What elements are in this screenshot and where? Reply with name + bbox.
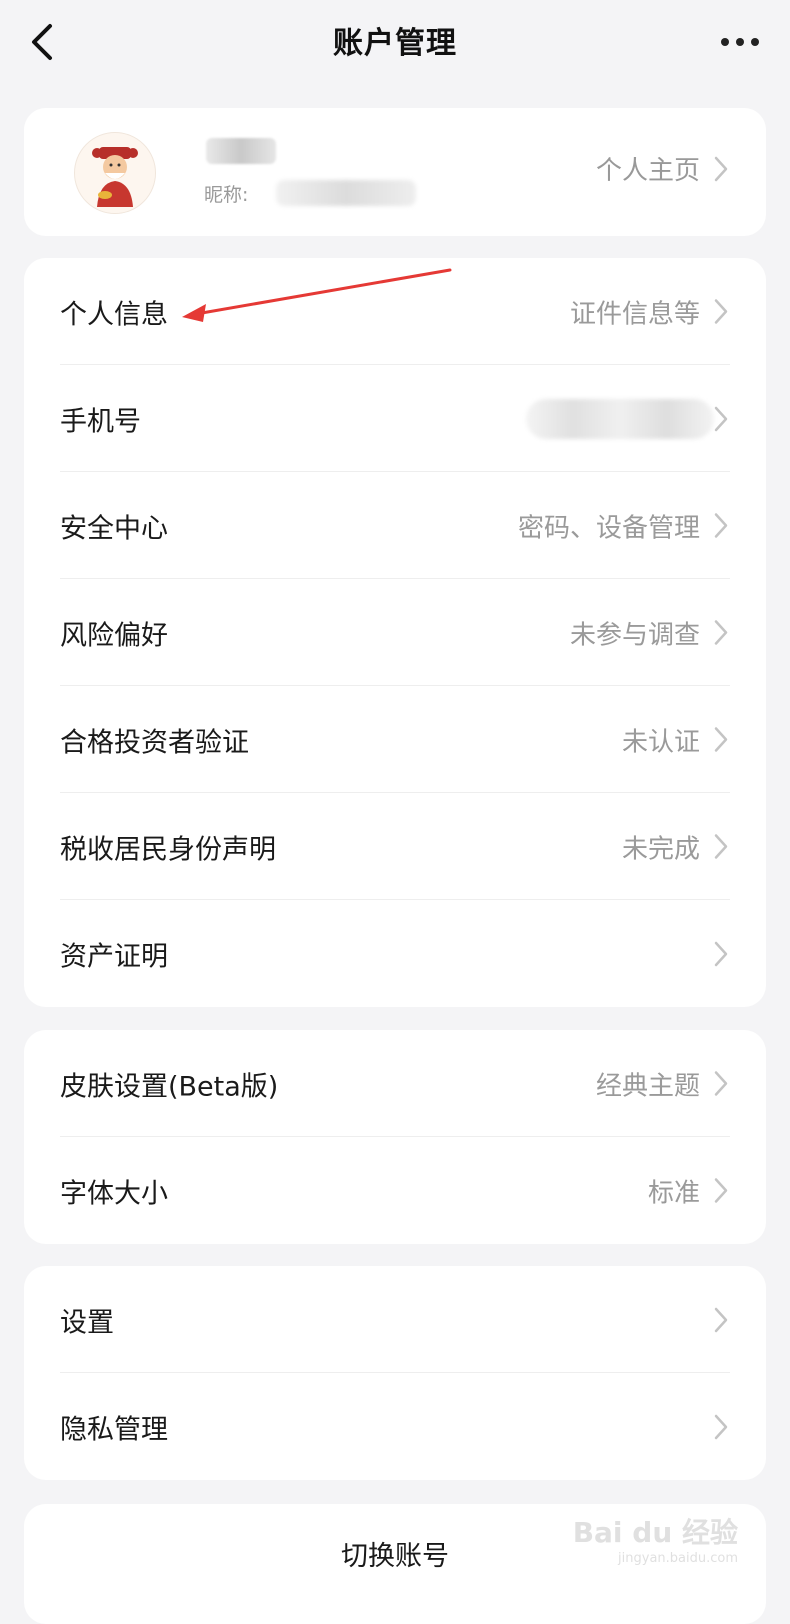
row-label: 隐私管理 [60,1414,168,1445]
username-redacted [206,138,276,164]
row-font-size[interactable]: 字体大小 标准 [24,1137,766,1244]
row-label: 字体大小 [60,1178,168,1209]
more-button[interactable] [716,24,764,60]
system-section: 设置 隐私管理 [24,1266,766,1480]
phone-number-redacted [526,398,714,439]
row-right: 证件信息等 [570,293,728,330]
chevron-right-icon [714,727,728,752]
display-section: 皮肤设置(Beta版) 经典主题 字体大小 标准 [24,1030,766,1244]
watermark-sub: jingyan.baidu.com [618,1551,738,1566]
row-value: 未完成 [621,834,700,864]
chevron-right-icon [714,941,728,966]
row-skin-settings[interactable]: 皮肤设置(Beta版) 经典主题 [24,1030,766,1137]
row-privacy-management[interactable]: 隐私管理 [24,1373,766,1480]
row-tax-residency[interactable]: 税收居民身份声明 未完成 [24,793,766,900]
profile-card[interactable]: 昵称: 个人主页 [24,108,766,236]
avatar [74,132,156,214]
chevron-right-icon [714,1307,728,1332]
chevron-right-icon [714,513,728,538]
row-value: 证件信息等 [569,299,700,329]
row-asset-certificate[interactable]: 资产证明 [24,900,766,1007]
chevron-right-icon [714,1071,728,1096]
row-label: 设置 [60,1307,114,1338]
homepage-link[interactable]: 个人主页 [596,150,728,187]
row-right [714,1414,728,1440]
row-security-center[interactable]: 安全中心 密码、设备管理 [24,472,766,579]
row-right: 标准 [648,1172,728,1209]
chevron-right-icon [714,156,728,181]
row-risk-preference[interactable]: 风险偏好 未参与调查 [24,579,766,686]
row-value: 密码、设备管理 [517,513,700,543]
nickname-label: 昵称: [204,184,249,206]
chevron-right-icon [714,620,728,645]
row-right: 经典主题 [596,1065,728,1102]
row-right [714,1307,728,1333]
page-title: 账户管理 [333,26,457,61]
row-qualified-investor[interactable]: 合格投资者验证 未认证 [24,686,766,793]
row-right: 密码、设备管理 [518,507,728,544]
row-label: 税收居民身份声明 [60,834,276,865]
chevron-right-icon [714,834,728,859]
row-value: 标准 [647,1178,700,1208]
row-label: 皮肤设置(Beta版) [60,1071,279,1102]
watermark-main: Bai du 经验 [572,1516,738,1549]
avatar-illustration [75,133,155,213]
row-label: 资产证明 [60,941,168,972]
baidu-watermark: Bai du 经验 jingyan.baidu.com [573,1511,738,1566]
row-right [526,398,728,439]
top-bar: 账户管理 [0,0,790,84]
chevron-right-icon [714,1414,728,1439]
row-personal-info[interactable]: 个人信息 证件信息等 [24,258,766,365]
row-phone[interactable]: 手机号 [24,365,766,472]
row-value: 经典主题 [595,1071,700,1101]
row-label: 手机号 [60,406,141,437]
row-label: 合格投资者验证 [60,727,249,758]
row-right [714,941,728,967]
nickname-redacted [276,180,416,206]
chevron-right-icon [714,406,728,431]
row-label: 安全中心 [60,513,168,544]
row-settings[interactable]: 设置 [24,1266,766,1373]
row-right: 未参与调查 [570,614,728,651]
row-value: 未参与调查 [569,620,700,650]
row-label: 风险偏好 [60,620,168,651]
chevron-right-icon [714,1178,728,1203]
row-right: 未认证 [622,721,728,758]
chevron-right-icon [714,299,728,324]
row-value: 未认证 [621,727,700,757]
row-right: 未完成 [622,828,728,865]
row-label: 个人信息 [60,299,168,330]
more-horizontal-icon [721,38,759,46]
homepage-link-label: 个人主页 [595,156,700,186]
account-section: 个人信息 证件信息等 手机号 安全中心 密码、设备管理 风险偏好 未参与调查 合… [24,258,766,1007]
